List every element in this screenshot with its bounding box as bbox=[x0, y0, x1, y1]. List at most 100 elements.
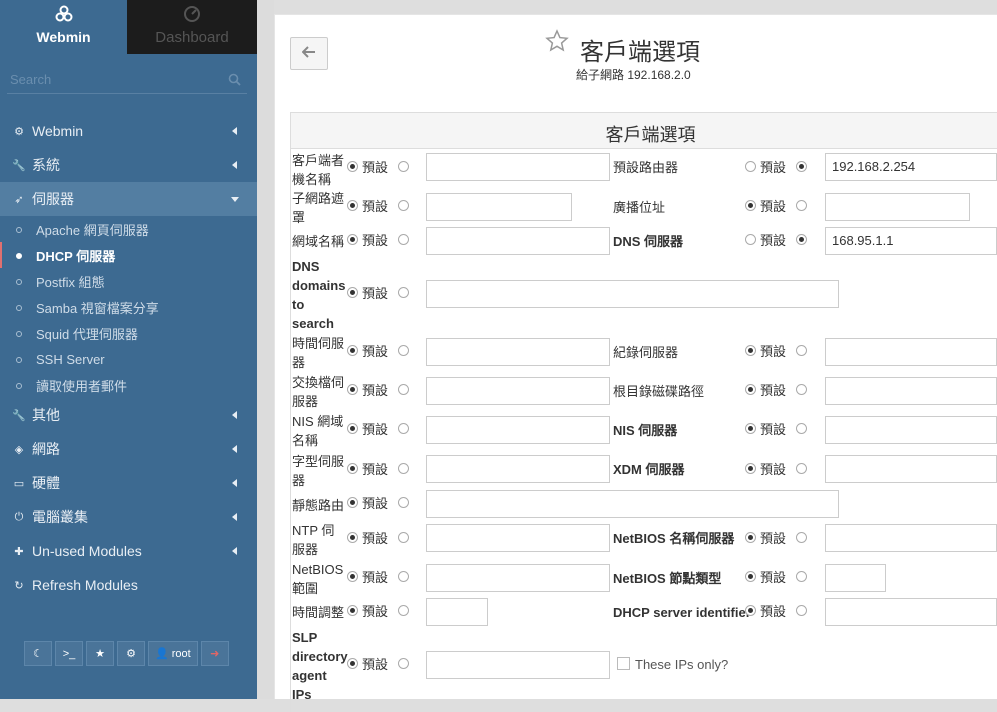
nav-item-refresh-modules[interactable]: ↻ Refresh Modules bbox=[0, 568, 257, 602]
domain-name-input[interactable] bbox=[426, 227, 610, 255]
dhcp-server-id-default-radio[interactable] bbox=[745, 605, 756, 616]
nis-servers-input[interactable] bbox=[825, 416, 997, 444]
broadcast-input[interactable] bbox=[825, 193, 970, 221]
root-path-input[interactable] bbox=[825, 377, 997, 405]
netbios-scope-custom-radio[interactable] bbox=[398, 571, 409, 582]
client-hostname-custom-radio[interactable] bbox=[398, 161, 409, 172]
nav-item-other[interactable]: 🔧 其他 bbox=[0, 398, 257, 432]
subnet-mask-default-radio[interactable] bbox=[347, 200, 358, 211]
sub-item-ssh[interactable]: SSH Server bbox=[0, 346, 257, 372]
terminal-button[interactable]: >_ bbox=[55, 641, 83, 666]
tab-webmin[interactable]: Webmin bbox=[0, 0, 127, 54]
content-gutter bbox=[257, 0, 274, 699]
back-button[interactable] bbox=[290, 37, 328, 70]
font-servers-input[interactable] bbox=[426, 455, 610, 483]
nav-item-system[interactable]: 🔧 系統 bbox=[0, 148, 257, 182]
sub-item-samba[interactable]: Samba 視窗檔案分享 bbox=[0, 294, 257, 320]
xdm-servers-custom-radio[interactable] bbox=[796, 463, 807, 474]
subnet-mask-custom-radio[interactable] bbox=[398, 200, 409, 211]
static-routes-default-radio[interactable] bbox=[347, 497, 358, 508]
sub-item-postfix[interactable]: Postfix 組態 bbox=[0, 268, 257, 294]
logout-button[interactable]: ➜ bbox=[200, 641, 229, 666]
dns-servers-input[interactable]: 168.95.1.1 bbox=[825, 227, 997, 255]
these-ips-only-checkbox[interactable] bbox=[617, 657, 630, 670]
log-servers-custom-radio[interactable] bbox=[796, 345, 807, 356]
domain-name-custom-radio[interactable] bbox=[398, 234, 409, 245]
favorites-button[interactable]: ★ bbox=[86, 641, 114, 666]
client-hostname-input[interactable] bbox=[426, 153, 610, 181]
settings-button[interactable]: ⚙ bbox=[117, 641, 145, 666]
xdm-servers-input[interactable] bbox=[825, 455, 997, 483]
static-routes-input[interactable] bbox=[426, 490, 839, 518]
netbios-name-servers-input[interactable] bbox=[825, 524, 997, 552]
ntp-servers-custom-radio[interactable] bbox=[398, 532, 409, 543]
dns-servers-default-radio[interactable] bbox=[745, 234, 756, 245]
user-button[interactable]: 👤 root bbox=[148, 641, 198, 666]
netbios-name-servers-default-radio[interactable] bbox=[745, 532, 756, 543]
sub-item-squid[interactable]: Squid 代理伺服器 bbox=[0, 320, 257, 346]
netbios-scope-input[interactable] bbox=[426, 564, 610, 592]
nav-item-cluster[interactable]: ⏻ 電腦叢集 bbox=[0, 500, 257, 534]
search-icon[interactable] bbox=[228, 73, 241, 89]
time-offset-default-radio[interactable] bbox=[347, 605, 358, 616]
netbios-node-type-input[interactable] bbox=[825, 564, 886, 592]
subnet-mask-input[interactable] bbox=[426, 193, 572, 221]
netbios-scope-default-radio[interactable] bbox=[347, 571, 358, 582]
time-servers-custom-radio[interactable] bbox=[398, 345, 409, 356]
nav-item-unused-modules[interactable]: ✚ Un-used Modules bbox=[0, 534, 257, 568]
time-offset-input[interactable] bbox=[426, 598, 488, 626]
dhcp-server-id-custom-radio[interactable] bbox=[796, 605, 807, 616]
swap-server-input[interactable] bbox=[426, 377, 610, 405]
nis-domain-input[interactable] bbox=[426, 416, 610, 444]
netbios-name-servers-custom-radio[interactable] bbox=[796, 532, 807, 543]
nis-servers-default-radio[interactable] bbox=[745, 423, 756, 434]
domain-name-default-radio[interactable] bbox=[347, 234, 358, 245]
time-offset-custom-radio[interactable] bbox=[398, 605, 409, 616]
time-servers-default-radio[interactable] bbox=[347, 345, 358, 356]
sub-item-apache[interactable]: Apache 網頁伺服器 bbox=[0, 216, 257, 242]
dhcp-server-id-input[interactable] bbox=[825, 598, 997, 626]
slp-agent-default-radio[interactable] bbox=[347, 658, 358, 669]
root-path-default-radio[interactable] bbox=[745, 384, 756, 395]
netbios-node-type-custom-radio[interactable] bbox=[796, 571, 807, 582]
dns-search-input[interactable] bbox=[426, 280, 839, 308]
dns-search-custom-radio[interactable] bbox=[398, 287, 409, 298]
nav-item-webmin[interactable]: ⚙ Webmin bbox=[0, 114, 257, 148]
font-servers-custom-radio[interactable] bbox=[398, 463, 409, 474]
night-mode-button[interactable]: ☾ bbox=[24, 641, 52, 666]
slp-agent-input[interactable] bbox=[426, 651, 610, 679]
slp-agent-custom-radio[interactable] bbox=[398, 658, 409, 669]
nis-domain-default-radio[interactable] bbox=[347, 423, 358, 434]
nis-domain-custom-radio[interactable] bbox=[398, 423, 409, 434]
favorite-star-icon[interactable] bbox=[545, 29, 569, 58]
nav-item-servers[interactable]: ➶ 伺服器 bbox=[0, 182, 257, 216]
nis-servers-custom-radio[interactable] bbox=[796, 423, 807, 434]
font-servers-default-radio[interactable] bbox=[347, 463, 358, 474]
webmin-logo-icon bbox=[0, 5, 127, 23]
xdm-servers-default-radio[interactable] bbox=[745, 463, 756, 474]
default-router-input[interactable]: 192.168.2.254 bbox=[825, 153, 997, 181]
sub-item-dhcp[interactable]: DHCP 伺服器 bbox=[0, 242, 257, 268]
broadcast-custom-radio[interactable] bbox=[796, 200, 807, 211]
nav-item-hardware[interactable]: ▭ 硬體 bbox=[0, 466, 257, 500]
default-router-default-radio[interactable] bbox=[745, 161, 756, 172]
swap-server-default-radio[interactable] bbox=[347, 384, 358, 395]
netbios-node-type-default-radio[interactable] bbox=[745, 571, 756, 582]
time-servers-input[interactable] bbox=[426, 338, 610, 366]
tab-dashboard[interactable]: Dashboard bbox=[127, 0, 257, 54]
root-path-custom-radio[interactable] bbox=[796, 384, 807, 395]
default-router-custom-radio[interactable] bbox=[796, 161, 807, 172]
ntp-servers-input[interactable] bbox=[426, 524, 610, 552]
broadcast-default-radio[interactable] bbox=[745, 200, 756, 211]
swap-server-custom-radio[interactable] bbox=[398, 384, 409, 395]
log-servers-input[interactable] bbox=[825, 338, 997, 366]
sub-item-mail[interactable]: 讀取使用者郵件 bbox=[0, 372, 257, 398]
client-hostname-default-radio[interactable] bbox=[347, 161, 358, 172]
static-routes-custom-radio[interactable] bbox=[398, 497, 409, 508]
dns-search-default-radio[interactable] bbox=[347, 287, 358, 298]
search-input[interactable]: Search bbox=[7, 68, 247, 94]
dns-servers-custom-radio[interactable] bbox=[796, 234, 807, 245]
ntp-servers-default-radio[interactable] bbox=[347, 532, 358, 543]
nav-item-network[interactable]: ◈ 網路 bbox=[0, 432, 257, 466]
log-servers-default-radio[interactable] bbox=[745, 345, 756, 356]
